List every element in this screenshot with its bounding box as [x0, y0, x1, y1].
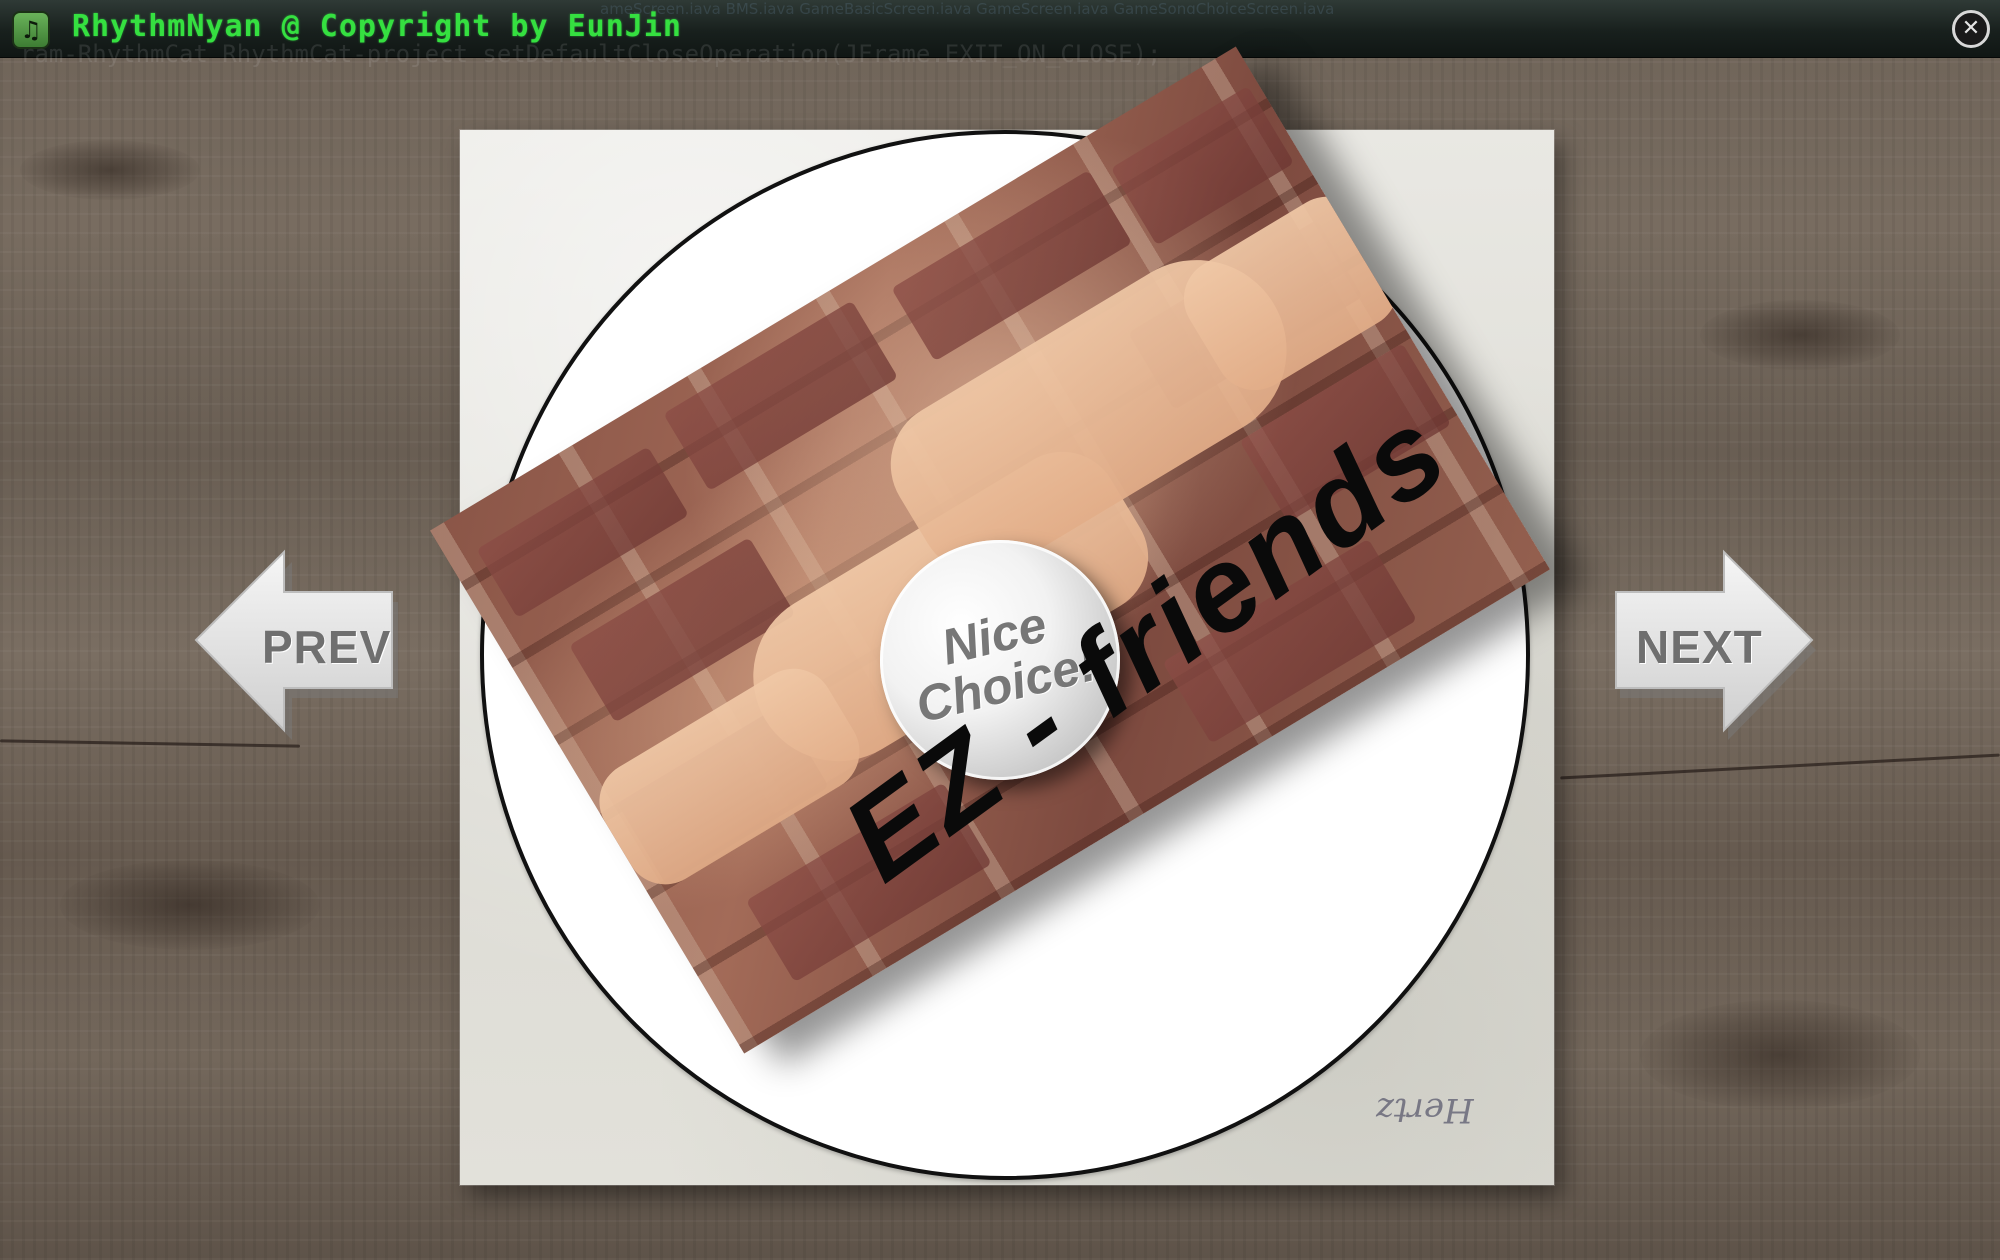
prev-label: PREV — [262, 621, 392, 673]
sleeve-signature: Hertz — [1376, 1090, 1474, 1130]
wood-knot — [1640, 1000, 1920, 1110]
prev-button[interactable]: PREV — [192, 542, 398, 742]
music-note-icon: ♫ — [12, 11, 50, 49]
background-editor-tabs: ameScreen.java BMS.java GameBasicScreen.… — [600, 0, 1335, 14]
close-circle-icon: ✕ — [1961, 16, 1981, 41]
song-choice-screen: ameScreen.java BMS.java GameBasicScreen.… — [0, 0, 2000, 1260]
wood-knot — [20, 140, 200, 200]
close-window-button[interactable]: ✕ — [1952, 10, 1990, 48]
wood-knot — [1700, 300, 1900, 370]
brick — [1110, 85, 1295, 246]
wood-crack — [1560, 753, 2000, 780]
next-label: NEXT — [1636, 621, 1763, 673]
next-button[interactable]: NEXT — [1614, 542, 1820, 742]
window-title: RhythmNyan @ Copyright by EunJin — [72, 9, 682, 44]
window-titlebar[interactable]: ameScreen.java BMS.java GameBasicScreen.… — [0, 0, 2000, 58]
wood-knot — [60, 860, 320, 950]
